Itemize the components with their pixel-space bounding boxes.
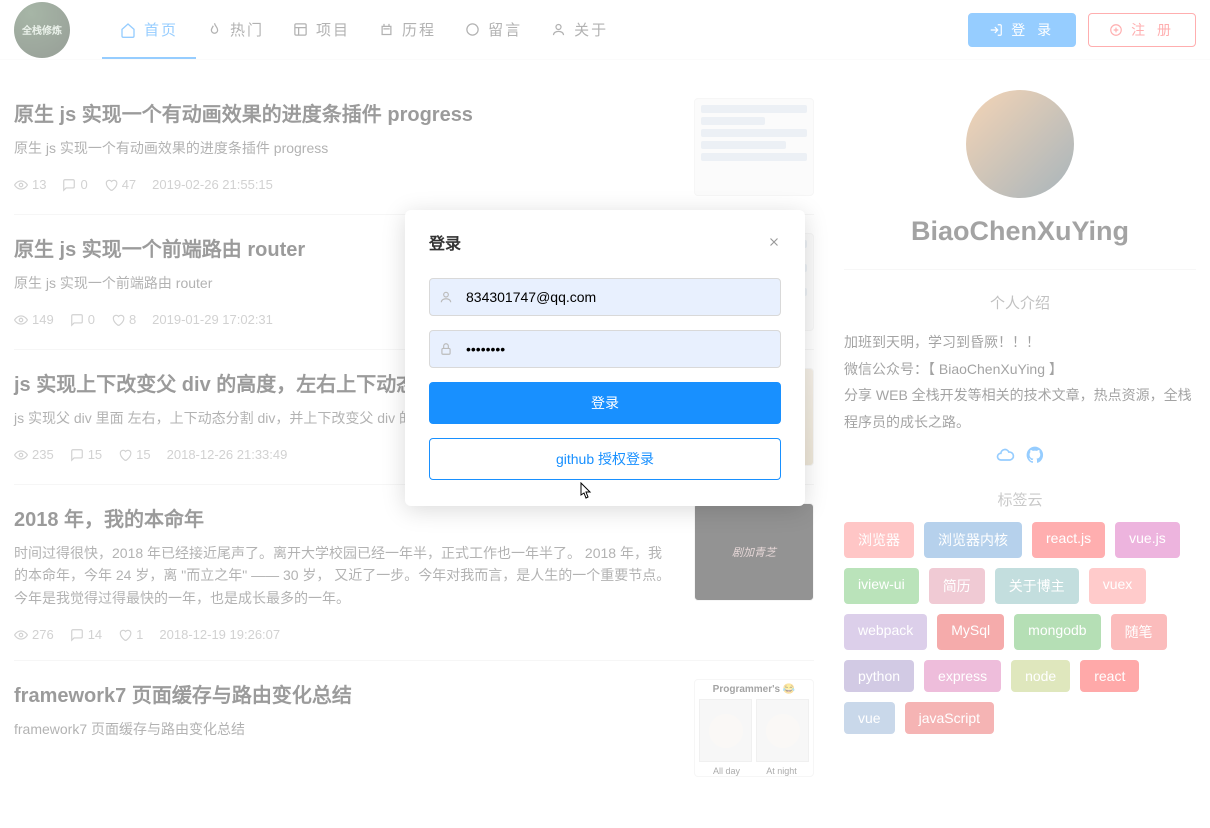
email-input[interactable] [429, 278, 781, 316]
lock-icon [439, 342, 453, 356]
login-modal: 登录 登录 github 授权登录 [405, 210, 805, 506]
password-field-wrap [429, 330, 781, 368]
close-icon[interactable] [767, 235, 781, 249]
modal-title: 登录 [429, 230, 461, 254]
modal-overlay[interactable]: 登录 登录 github 授权登录 [0, 0, 1210, 828]
password-input[interactable] [429, 330, 781, 368]
modal-login-button[interactable]: 登录 [429, 382, 781, 424]
user-icon [439, 290, 453, 304]
modal-github-button[interactable]: github 授权登录 [429, 438, 781, 480]
email-field-wrap [429, 278, 781, 316]
